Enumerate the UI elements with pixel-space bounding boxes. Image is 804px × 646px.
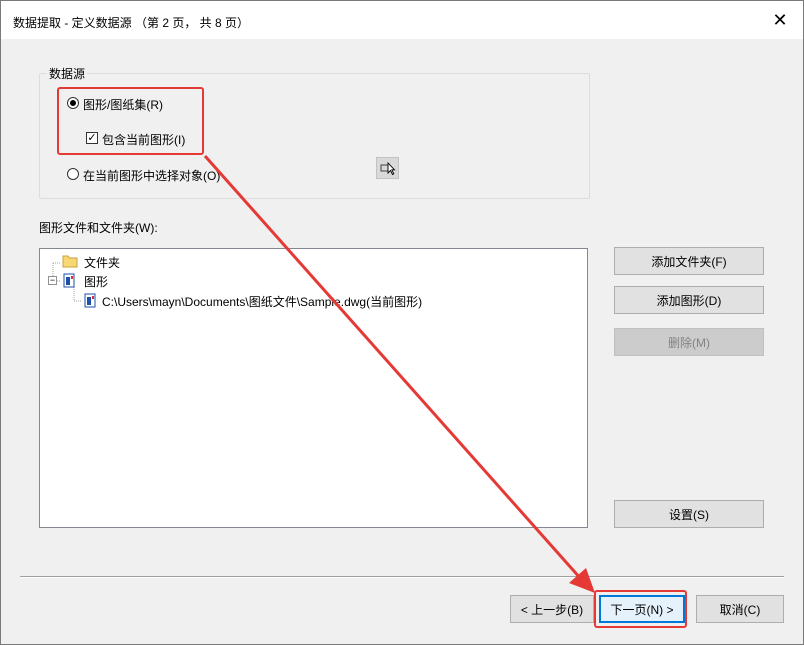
files-section-label: 图形文件和文件夹(W): bbox=[39, 221, 158, 235]
datasource-group-title: 数据源 bbox=[47, 65, 88, 82]
window-title: 数据提取 - 定义数据源 （第 2 页， 共 8 页） bbox=[13, 16, 250, 30]
tree-lines bbox=[52, 262, 82, 302]
arrowhead-icon bbox=[569, 568, 595, 593]
data-extraction-dialog: 数据提取 - 定义数据源 （第 2 页， 共 8 页） ✕ 数据源 图形/图纸集… bbox=[0, 0, 804, 645]
radio-select-objects-label[interactable]: 在当前图形中选择对象(O) bbox=[83, 167, 220, 184]
select-objects-button[interactable] bbox=[376, 157, 399, 179]
cancel-button[interactable]: 取消(C) bbox=[696, 595, 784, 623]
add-drawing-button[interactable]: 添加图形(D) bbox=[614, 286, 764, 314]
tree-collapse-toggle[interactable]: − bbox=[48, 276, 57, 285]
settings-button[interactable]: 设置(S) bbox=[614, 500, 764, 528]
tree-drawings-label: 图形 bbox=[84, 275, 109, 289]
close-icon: ✕ bbox=[772, 9, 788, 30]
annotation-highlight-datasource bbox=[57, 87, 204, 155]
annotation-highlight-next bbox=[594, 590, 687, 628]
add-folder-button[interactable]: 添加文件夹(F) bbox=[614, 247, 764, 275]
remove-button[interactable]: 删除(M) bbox=[614, 328, 764, 356]
drawing-icon bbox=[63, 273, 75, 288]
tree-drawing-file-label: C:\Users\mayn\Documents\图纸文件\Sample.dwg(… bbox=[102, 295, 423, 309]
pick-objects-icon bbox=[380, 161, 396, 176]
dwg-file-icon bbox=[84, 293, 96, 308]
folder-icon bbox=[62, 255, 78, 268]
close-button[interactable]: ✕ bbox=[757, 1, 803, 39]
title-bar: 数据提取 - 定义数据源 （第 2 页， 共 8 页） ✕ bbox=[1, 1, 803, 39]
tree-folder-label: 文件夹 bbox=[84, 256, 121, 270]
drawing-files-tree[interactable]: 文件夹 − 图形 C:\Users\mayn\Documents\图纸文件\Sa… bbox=[39, 248, 588, 528]
footer-separator bbox=[20, 576, 784, 578]
radio-select-objects[interactable] bbox=[67, 168, 79, 180]
back-button[interactable]: < 上一步(B) bbox=[510, 595, 594, 623]
